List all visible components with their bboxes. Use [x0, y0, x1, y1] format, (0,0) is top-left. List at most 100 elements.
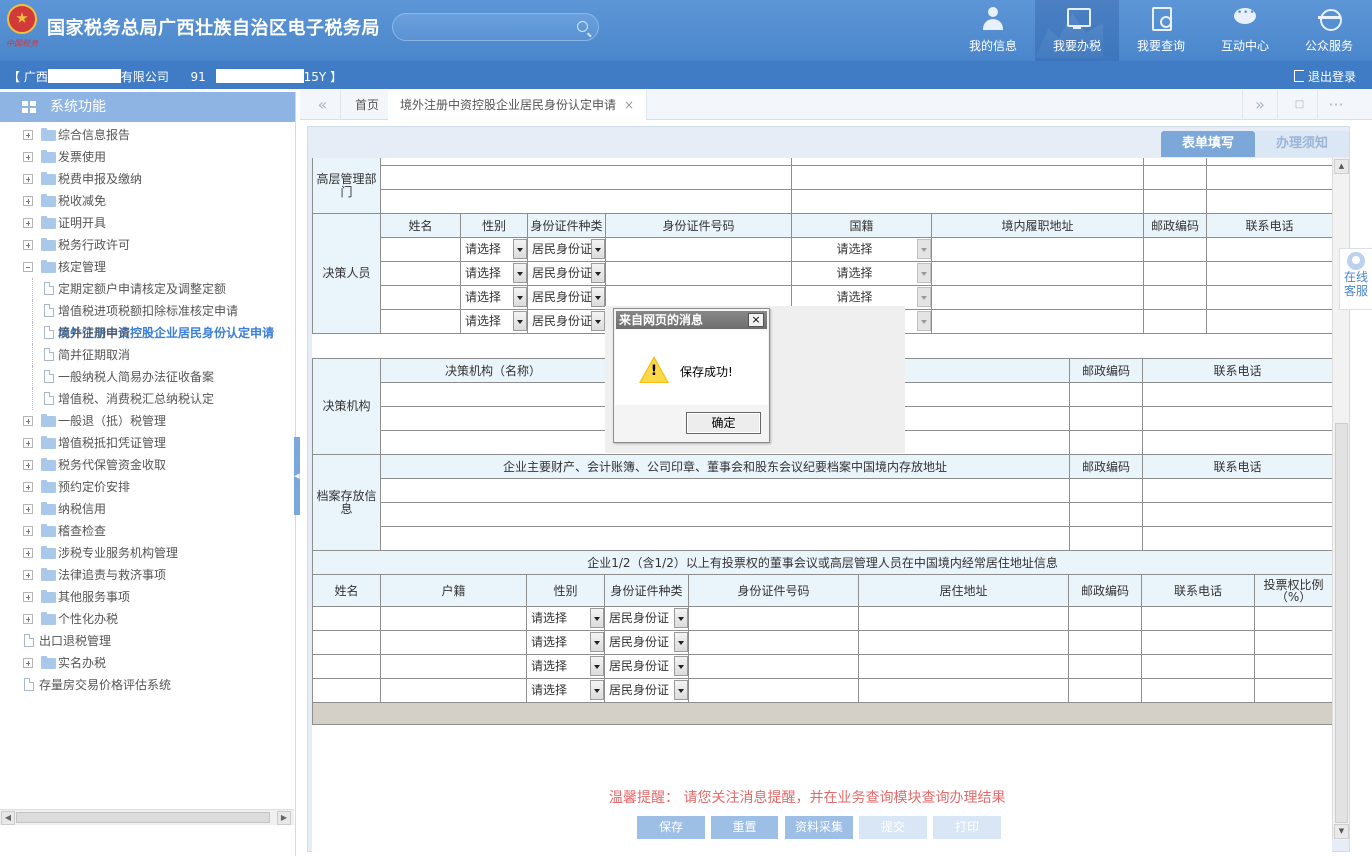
input-cell[interactable]: [1069, 478, 1143, 503]
sidebar-item[interactable]: 简并征期取消: [0, 344, 295, 366]
gender-select[interactable]: 请选择: [460, 309, 528, 334]
nationality-select[interactable]: 请选择: [791, 237, 932, 262]
input-cell[interactable]: [790, 165, 1145, 190]
scroll-thumb[interactable]: [16, 812, 270, 823]
input-cell[interactable]: [1069, 382, 1143, 407]
expand-icon[interactable]: [23, 482, 33, 492]
input-cell[interactable]: [1142, 406, 1332, 431]
dropdown-arrow-icon[interactable]: [917, 239, 931, 259]
input-cell[interactable]: [1143, 285, 1208, 310]
scroll-left-icon[interactable]: ◀: [1, 811, 15, 825]
sidebar-item[interactable]: 定期定额户申请核定及调整定额: [0, 278, 295, 300]
input-cell[interactable]: [688, 678, 859, 703]
expand-icon[interactable]: [23, 592, 33, 602]
input-cell[interactable]: [1068, 654, 1142, 679]
input-cell[interactable]: [688, 654, 859, 679]
expand-icon[interactable]: [23, 416, 33, 426]
sidebar-item[interactable]: 税费申报及缴纳: [0, 168, 295, 190]
sidebar-item[interactable]: 纳税信用: [0, 498, 295, 520]
tab-notice[interactable]: 办理须知: [1255, 131, 1349, 157]
print-button[interactable]: 打印: [933, 816, 1001, 839]
input-cell[interactable]: [1068, 678, 1142, 703]
input-cell[interactable]: [1253, 654, 1332, 679]
sidebar-item[interactable]: 税收减免: [0, 190, 295, 212]
expand-icon[interactable]: [23, 526, 33, 536]
input-cell[interactable]: [790, 189, 1145, 214]
tab-scroll-left-icon[interactable]: «: [305, 90, 341, 120]
input-cell[interactable]: [1141, 630, 1255, 655]
input-cell[interactable]: [1069, 502, 1143, 527]
input-cell[interactable]: [1206, 158, 1332, 166]
input-cell[interactable]: [1206, 309, 1332, 334]
gender-select[interactable]: 请选择: [526, 678, 605, 703]
gender-select[interactable]: 请选择: [460, 285, 528, 310]
input-cell[interactable]: [1143, 237, 1208, 262]
nav-query[interactable]: 我要查询: [1119, 0, 1203, 61]
sidebar-item[interactable]: 涉税专业服务机构管理: [0, 542, 295, 564]
scroll-up-icon[interactable]: ▲: [1334, 159, 1349, 174]
expand-icon[interactable]: [23, 438, 33, 448]
id-type-select[interactable]: 居民身份证: [527, 237, 606, 262]
input-cell[interactable]: [1142, 430, 1332, 455]
input-cell[interactable]: [312, 606, 381, 631]
dropdown-arrow-icon[interactable]: [674, 632, 688, 652]
sidebar-item[interactable]: 一般退（抵）税管理: [0, 410, 295, 432]
sidebar-item[interactable]: 稽查检查: [0, 520, 295, 542]
logout-link[interactable]: 退出登录: [1294, 68, 1356, 85]
sidebar-item[interactable]: 税务代保管资金收取: [0, 454, 295, 476]
input-cell[interactable]: [380, 158, 792, 166]
input-cell[interactable]: [380, 502, 1070, 527]
input-cell[interactable]: [1206, 165, 1332, 190]
input-cell[interactable]: [380, 237, 461, 262]
dropdown-arrow-icon[interactable]: [591, 263, 605, 283]
input-cell[interactable]: [930, 237, 1145, 262]
sidebar-item[interactable]: 核定管理: [0, 256, 295, 278]
tab-close-icon[interactable]: ×: [624, 98, 634, 112]
scroll-thumb[interactable]: [1335, 423, 1348, 823]
expand-icon[interactable]: [23, 570, 33, 580]
input-cell[interactable]: [1143, 189, 1208, 214]
expand-icon[interactable]: [23, 548, 33, 558]
input-cell[interactable]: [1142, 502, 1332, 527]
input-cell[interactable]: [312, 630, 381, 655]
sidebar-item[interactable]: 个性化办税: [0, 608, 295, 630]
gender-select[interactable]: 请选择: [460, 261, 528, 286]
sidebar-item[interactable]: 简并征期申请: [0, 322, 295, 344]
nav-public-service[interactable]: 公众服务: [1287, 0, 1371, 61]
input-cell[interactable]: [1253, 606, 1332, 631]
sidebar-item[interactable]: 税务行政许可: [0, 234, 295, 256]
gender-select[interactable]: 请选择: [526, 654, 605, 679]
sidebar-item[interactable]: 增值税抵扣凭证管理: [0, 432, 295, 454]
search-input[interactable]: [392, 13, 599, 41]
dropdown-arrow-icon[interactable]: [590, 632, 604, 652]
expand-icon[interactable]: [23, 130, 33, 140]
input-cell[interactable]: [1069, 406, 1143, 431]
input-cell[interactable]: [1069, 430, 1143, 455]
input-cell[interactable]: [1206, 237, 1332, 262]
dropdown-arrow-icon[interactable]: [591, 311, 605, 331]
gender-select[interactable]: 请选择: [526, 606, 605, 631]
tab-residence-application[interactable]: 境外注册中资控股企业居民身份认定申请 ×: [388, 90, 648, 120]
nav-tax-handling[interactable]: 我要办税: [1035, 0, 1119, 61]
input-cell[interactable]: [380, 606, 527, 631]
input-cell[interactable]: [1253, 678, 1332, 703]
collapse-icon[interactable]: [23, 262, 33, 272]
input-cell[interactable]: [1206, 261, 1332, 286]
input-cell[interactable]: [312, 654, 381, 679]
dropdown-arrow-icon[interactable]: [917, 263, 931, 283]
dropdown-arrow-icon[interactable]: [590, 680, 604, 700]
sidebar-item[interactable]: 出口退税管理: [0, 630, 295, 652]
input-cell[interactable]: [1143, 309, 1208, 334]
input-cell[interactable]: [858, 678, 1069, 703]
input-cell[interactable]: [1141, 678, 1255, 703]
gender-select[interactable]: 请选择: [460, 237, 528, 262]
input-cell[interactable]: [1143, 165, 1208, 190]
sidebar-item[interactable]: 其他服务事项: [0, 586, 295, 608]
dropdown-arrow-icon[interactable]: [591, 287, 605, 307]
nav-interaction[interactable]: 互动中心: [1203, 0, 1287, 61]
input-cell[interactable]: [380, 526, 1070, 551]
input-cell[interactable]: [380, 630, 527, 655]
sidebar-item[interactable]: 法律追责与救济事项: [0, 564, 295, 586]
sidebar-item[interactable]: 发票使用: [0, 146, 295, 168]
input-cell[interactable]: [605, 237, 792, 262]
